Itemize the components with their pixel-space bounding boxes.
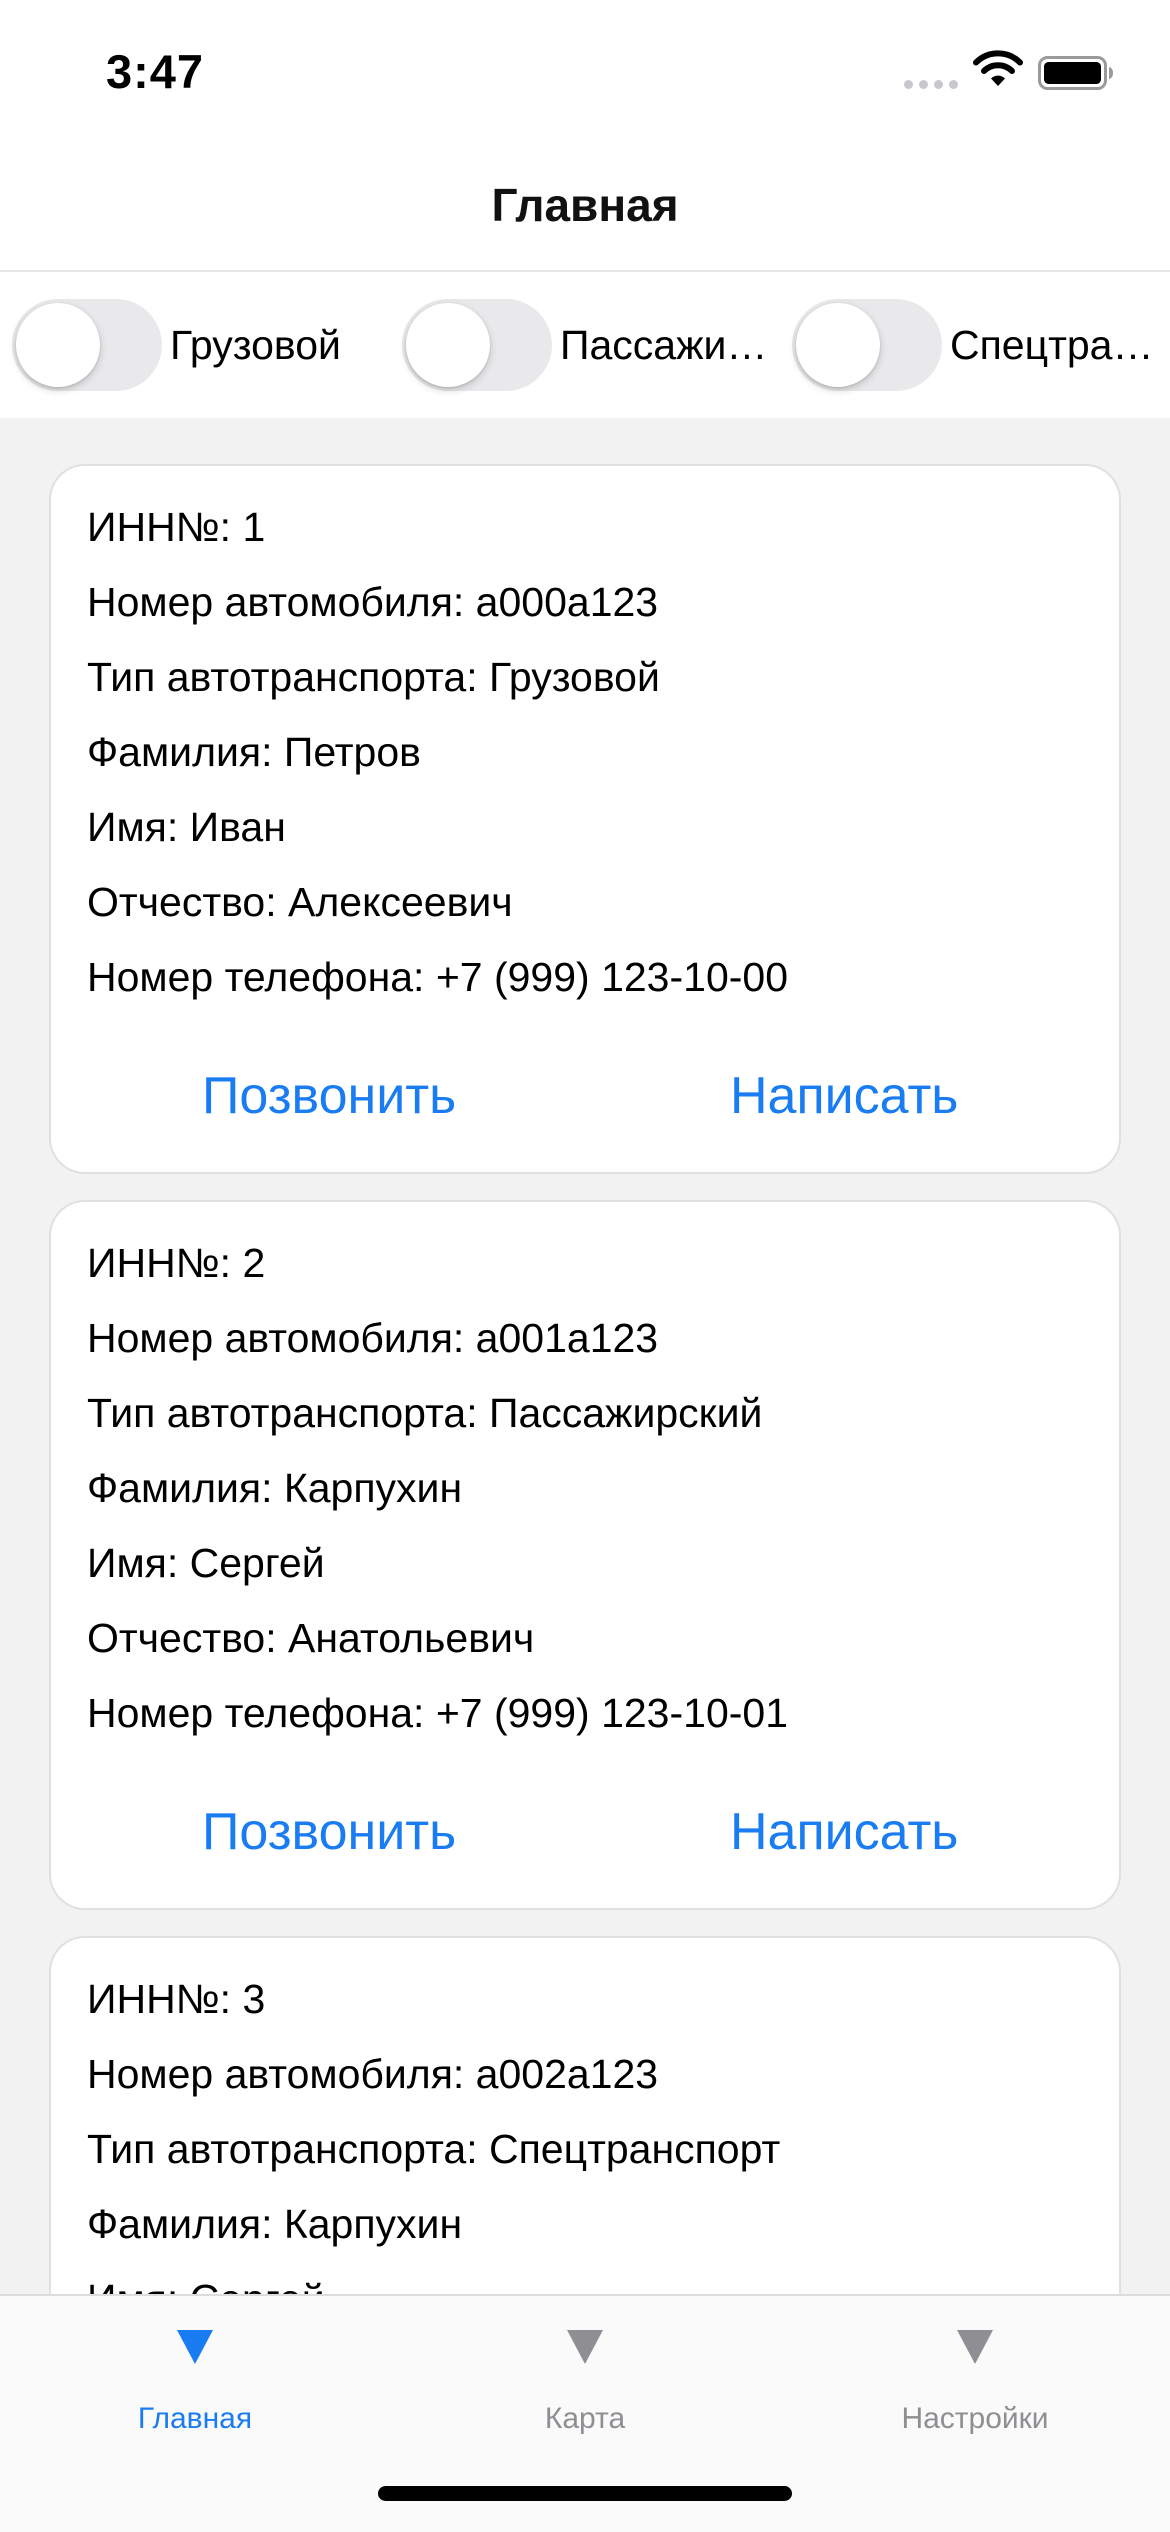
driver-card: ИНН№: 3 Номер автомобиля: a002a123 Тип а… [49, 1936, 1121, 2294]
vehicle-type-text: Тип автотранспорта: Грузовой [87, 654, 660, 700]
navigation-bar: Главная [0, 140, 1170, 272]
car-number-text: Номер автомобиля: a002a123 [87, 2051, 659, 2097]
cellular-signal-icon [904, 80, 958, 89]
vehicle-type-text: Тип автотранспорта: Спецтранспорт [87, 2126, 781, 2172]
write-button[interactable]: Написать [730, 1066, 958, 1126]
car-number-text: Номер автомобиля: a000a123 [87, 579, 659, 625]
tab-label-home: Главная [137, 2402, 253, 2435]
tab-label-settings: Настройки [901, 2402, 1049, 2435]
special-transport-toggle[interactable] [792, 299, 942, 391]
toggle-knob [406, 303, 490, 387]
call-button[interactable]: Позвонить [202, 1802, 456, 1862]
filter-passenger: Пассажи… [402, 272, 782, 418]
truck-toggle[interactable] [12, 299, 162, 391]
tab-home[interactable]: Главная [0, 2296, 390, 2446]
call-button[interactable]: Позвонить [202, 1066, 456, 1126]
first-name-text: Имя: Сергей [87, 2276, 325, 2294]
last-name-text: Фамилия: Карпухин [87, 1465, 463, 1511]
patronymic-text: Отчество: Анатольевич [87, 1615, 535, 1661]
status-bar: 3:47 [0, 0, 1170, 140]
vehicle-type-text: Тип автотранспорта: Пассажирский [87, 1390, 763, 1436]
tab-map[interactable]: Карта [390, 2296, 780, 2446]
first-name-text: Имя: Сергей [87, 1540, 325, 1586]
page-title: Главная [491, 179, 679, 231]
filter-label-special: Спецтра… [950, 321, 1154, 368]
battery-icon [1038, 56, 1113, 90]
inn-text: ИНН№: 2 [87, 1240, 266, 1286]
driver-card: ИНН№: 1 Номер автомобиля: a000a123 Тип а… [49, 464, 1121, 1174]
filter-special: Спецтра… [792, 272, 1162, 418]
last-name-text: Фамилия: Карпухин [87, 2201, 463, 2247]
passenger-toggle[interactable] [402, 299, 552, 391]
triangle-down-icon [177, 2330, 213, 2364]
triangle-down-icon [957, 2330, 993, 2364]
car-number-text: Номер автомобиля: a001a123 [87, 1315, 659, 1361]
write-button[interactable]: Написать [730, 1802, 958, 1862]
tab-settings[interactable]: Настройки [780, 2296, 1170, 2446]
first-name-text: Имя: Иван [87, 804, 286, 850]
toggle-knob [16, 303, 100, 387]
status-time: 3:47 [106, 45, 205, 98]
filter-label-passenger: Пассажи… [560, 321, 768, 368]
patronymic-text: Отчество: Алексеевич [87, 879, 513, 925]
tab-label-map: Карта [544, 2402, 626, 2435]
phone-text: Номер телефона: +7 (999) 123-10-00 [87, 954, 789, 1000]
phone-text: Номер телефона: +7 (999) 123-10-01 [87, 1690, 789, 1736]
driver-card: ИНН№: 2 Номер автомобиля: a001a123 Тип а… [49, 1200, 1121, 1910]
toggle-knob [796, 303, 880, 387]
filter-truck: Грузовой [12, 272, 362, 418]
home-indicator[interactable] [378, 2486, 792, 2501]
wifi-icon [973, 50, 1023, 86]
inn-text: ИНН№: 1 [87, 504, 266, 550]
inn-text: ИНН№: 3 [87, 1976, 266, 2022]
last-name-text: Фамилия: Петров [87, 729, 421, 775]
filter-bar: Грузовой Пассажи… Спецтра… [0, 272, 1170, 418]
triangle-down-icon [567, 2330, 603, 2364]
driver-list[interactable]: ИНН№: 1 Номер автомобиля: a000a123 Тип а… [0, 418, 1170, 2294]
filter-label-truck: Грузовой [170, 321, 341, 368]
